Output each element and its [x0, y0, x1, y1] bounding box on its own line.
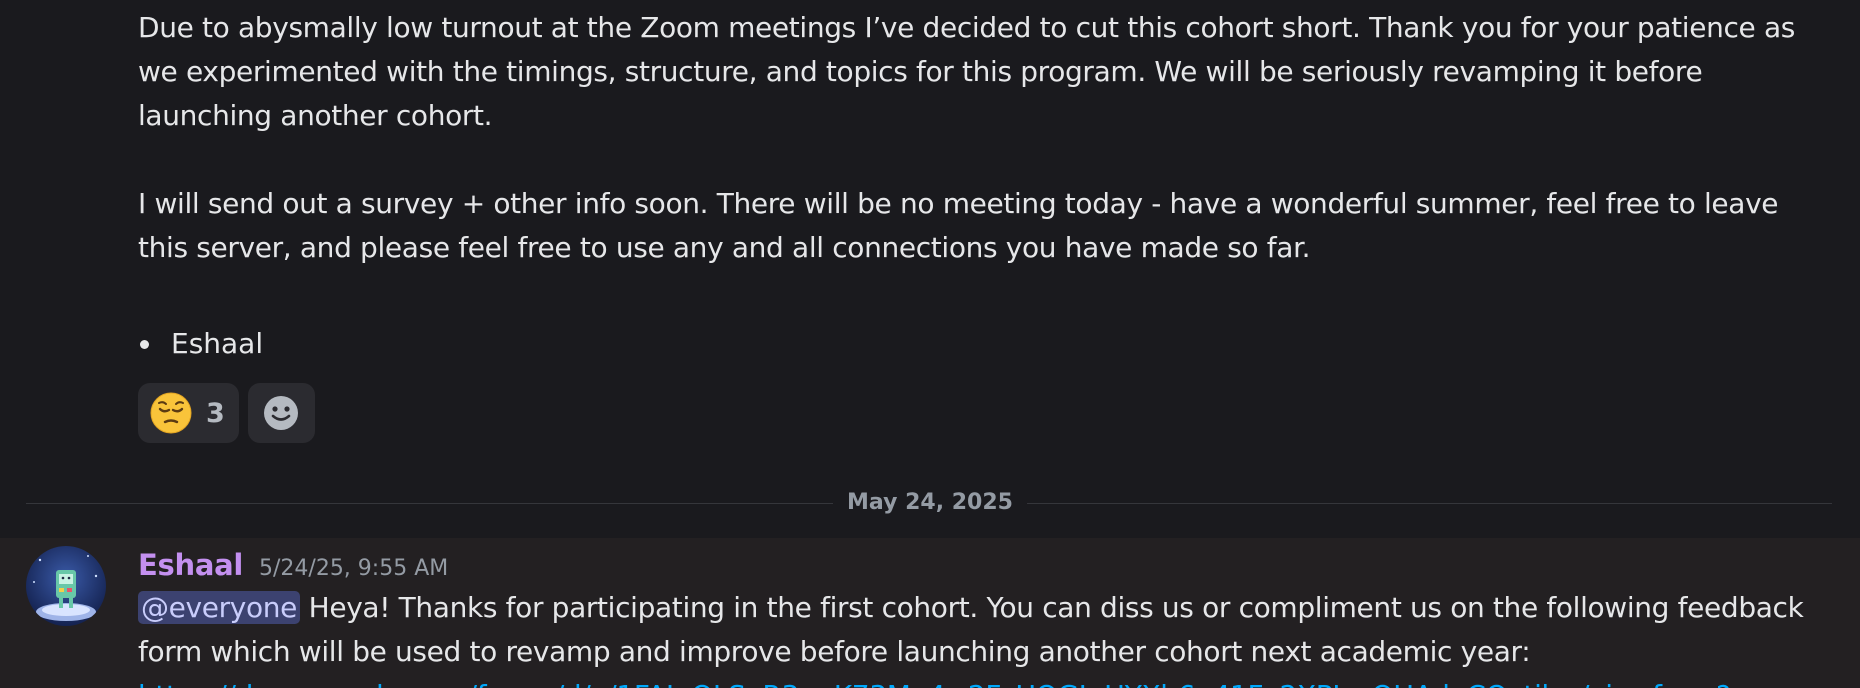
message-body: Heya! Thanks for participating in the fi…: [138, 591, 1804, 668]
reactions-bar: 3: [138, 383, 315, 443]
reaction-count: 3: [206, 397, 225, 429]
message-content: @everyone Heya! Thanks for participating…: [138, 586, 1818, 674]
feedback-form-link[interactable]: https://docs.google.com/forms/d/e/1FAIpQ…: [138, 679, 1803, 688]
bullet-text: Eshaal: [171, 327, 264, 360]
avatar-image: [26, 546, 106, 626]
bullet-dot: [140, 339, 149, 349]
message-timestamp: 5/24/25, 9:55 AM: [259, 556, 449, 581]
message-paragraph: I will send out a survey + other info so…: [138, 187, 1779, 264]
feedback-form-link-line: https://docs.google.com/forms/d/e/1FAIpQ…: [138, 674, 1803, 688]
chat-messages: Due to abysmally low turnout at the Zoom…: [0, 0, 1860, 688]
add-reaction-button[interactable]: [247, 383, 315, 443]
pensive-face-emoji: [150, 392, 192, 434]
message-paragraph: Due to abysmally low turnout at the Zoom…: [138, 11, 1795, 132]
bullet-item: Eshaal: [138, 322, 263, 366]
author-name[interactable]: Eshaal: [138, 546, 243, 584]
reaction-pensive[interactable]: 3: [138, 383, 239, 443]
date-divider-label: May 24, 2025: [833, 487, 1027, 519]
everyone-mention[interactable]: @everyone: [138, 591, 301, 624]
avatar[interactable]: [26, 546, 106, 626]
message-header: Eshaal 5/24/25, 9:55 AM: [138, 546, 448, 588]
add-reaction-icon: [264, 396, 299, 430]
